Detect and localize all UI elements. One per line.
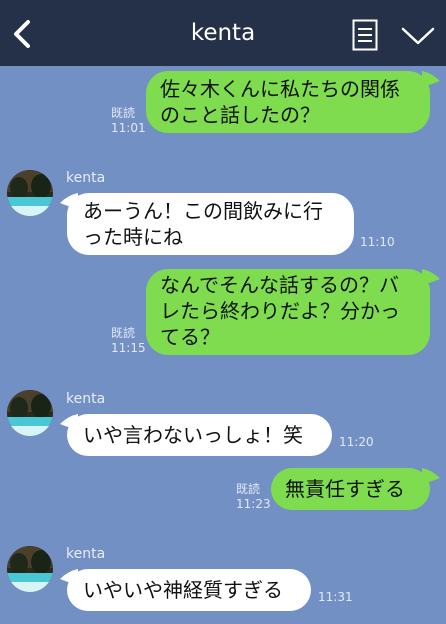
avatar[interactable] — [7, 170, 53, 216]
message-time: 11:20 — [339, 435, 374, 449]
message-bubble[interactable]: 無責任すぎる — [271, 468, 430, 510]
message-line: のこと話したの？ — [160, 103, 320, 127]
message-bubble[interactable]: いや言わないっしょ！笑 — [67, 414, 332, 456]
avatar[interactable] — [7, 390, 53, 436]
message-bubble[interactable]: あーうん！この間飲みに行 った時にね — [67, 193, 354, 255]
sender-name: kenta — [66, 170, 106, 186]
sender-name: kenta — [66, 391, 106, 407]
bubble-tail — [60, 414, 78, 430]
read-receipt: 既読 — [111, 326, 136, 340]
chat-header: kenta — [0, 0, 446, 66]
message-line: なんでそんな話するの？バ — [160, 273, 399, 297]
bubble-tail — [60, 569, 78, 585]
message-line: あーうん！この間飲みに行 — [83, 199, 323, 223]
message-line: 無責任すぎる — [285, 477, 405, 501]
message-bubble[interactable]: 佐々木くんに私たちの関係 のこと話したの？ — [146, 71, 430, 133]
read-receipt: 既読 — [111, 106, 136, 120]
menu-list-icon[interactable] — [352, 19, 378, 51]
message-bubble[interactable]: なんでそんな話するの？バ レたら終わりだよ？分かっ てる？ — [146, 269, 430, 355]
message-line: レたら終わりだよ？分かっ — [160, 299, 400, 323]
message-time: 11:31 — [318, 590, 353, 604]
chat-title: kenta — [190, 20, 256, 46]
avatar[interactable] — [7, 546, 53, 592]
message-time: 11:01 — [111, 121, 146, 135]
bubble-tail — [422, 468, 440, 484]
message-line: 佐々木くんに私たちの関係 — [160, 77, 400, 101]
message-time: 11:23 — [236, 497, 271, 511]
message-time: 11:15 — [111, 341, 146, 355]
message-line: った時にね — [83, 225, 183, 249]
bubble-tail — [422, 269, 440, 285]
message-time: 11:10 — [360, 235, 395, 249]
message-line: いやいや神経質すぎる — [83, 578, 283, 602]
sender-name: kenta — [66, 546, 106, 562]
chevron-down-icon[interactable] — [400, 24, 436, 48]
message-bubble[interactable]: いやいや神経質すぎる — [67, 569, 311, 611]
message-line: てる？ — [160, 325, 220, 349]
bubble-tail — [60, 193, 78, 209]
read-receipt: 既読 — [236, 482, 261, 496]
bubble-tail — [422, 71, 440, 87]
message-line: いや言わないっしょ！笑 — [83, 423, 303, 447]
